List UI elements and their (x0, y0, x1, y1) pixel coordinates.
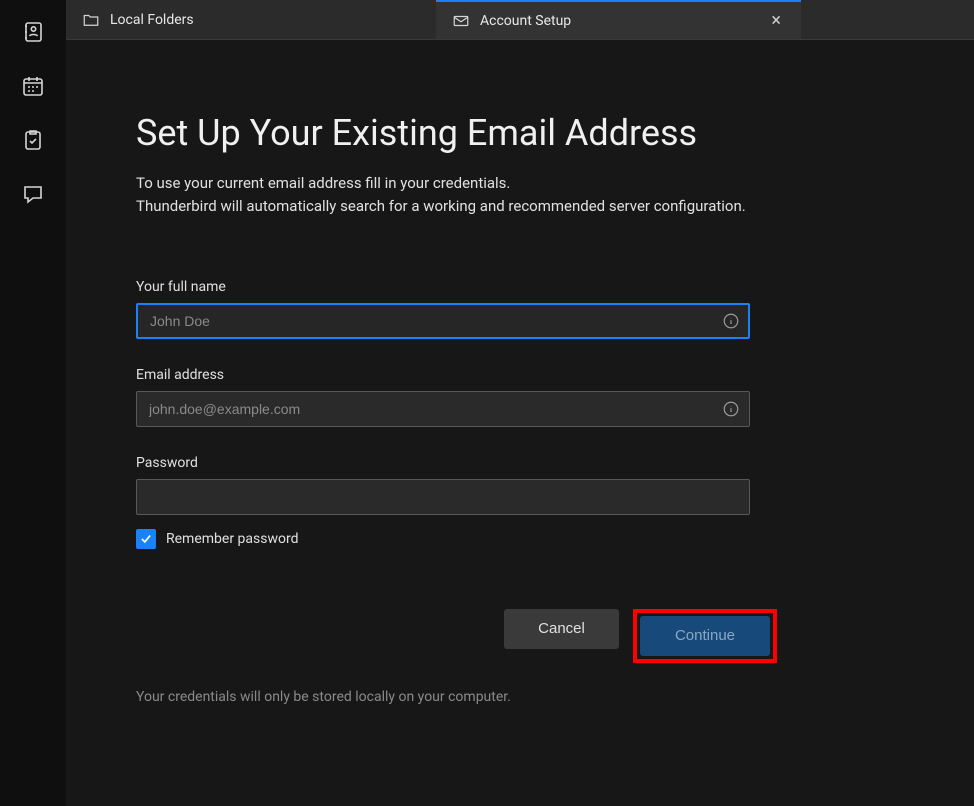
password-input-wrapper (136, 479, 750, 515)
tab-label: Account Setup (480, 13, 571, 29)
password-label: Password (136, 455, 904, 471)
cancel-button[interactable]: Cancel (504, 609, 619, 649)
mail-setup-icon (452, 12, 470, 30)
remember-password-row: Remember password (136, 529, 904, 549)
full-name-label: Your full name (136, 279, 904, 295)
remember-password-label: Remember password (166, 531, 298, 547)
content-area: Set Up Your Existing Email Address To us… (66, 40, 974, 806)
page-description: To use your current email address fill i… (136, 172, 904, 219)
folder-icon (82, 11, 100, 29)
close-icon[interactable]: × (767, 10, 785, 31)
continue-button-highlight: Continue (633, 609, 777, 663)
tab-bar: Local Folders Account Setup × (66, 0, 974, 40)
tab-local-folders[interactable]: Local Folders (66, 0, 436, 39)
description-line1: To use your current email address fill i… (136, 174, 510, 192)
main-area: Local Folders Account Setup × Set Up You… (66, 0, 974, 806)
form-group-full-name: Your full name (136, 279, 904, 339)
info-icon[interactable] (722, 312, 740, 330)
button-row: Cancel Continue (504, 609, 904, 663)
left-sidebar (0, 0, 66, 806)
footer-note: Your credentials will only be stored loc… (136, 689, 904, 705)
continue-button[interactable]: Continue (640, 616, 770, 656)
calendar-icon[interactable] (19, 72, 47, 100)
form-group-password: Password (136, 455, 904, 515)
email-input[interactable] (136, 391, 750, 427)
chat-icon[interactable] (19, 180, 47, 208)
full-name-input[interactable] (136, 303, 750, 339)
password-input[interactable] (136, 479, 750, 515)
remember-password-checkbox[interactable] (136, 529, 156, 549)
tab-bar-rest (801, 0, 974, 39)
form-group-email: Email address (136, 367, 904, 427)
page-title: Set Up Your Existing Email Address (136, 112, 904, 154)
full-name-input-wrapper (136, 303, 750, 339)
email-input-wrapper (136, 391, 750, 427)
info-icon[interactable] (722, 400, 740, 418)
email-label: Email address (136, 367, 904, 383)
tasks-icon[interactable] (19, 126, 47, 154)
address-book-icon[interactable] (19, 18, 47, 46)
tab-label: Local Folders (110, 12, 194, 28)
description-line2: Thunderbird will automatically search fo… (136, 197, 746, 215)
tab-account-setup[interactable]: Account Setup × (436, 0, 801, 39)
